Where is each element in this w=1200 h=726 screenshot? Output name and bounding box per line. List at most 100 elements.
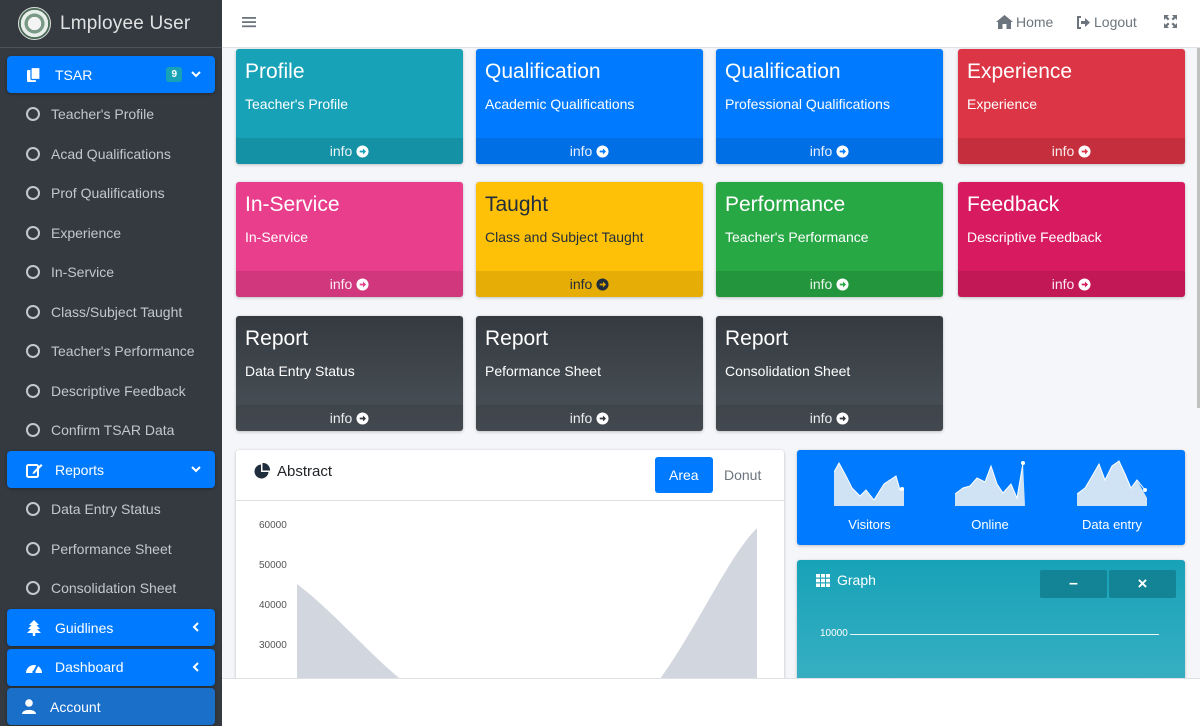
sidebar-item-teachers-performance[interactable]: Teacher's Performance <box>7 333 215 370</box>
circle-icon <box>26 581 40 595</box>
info-link-label: info <box>1051 143 1075 159</box>
graph-title-text: Graph <box>837 572 876 588</box>
graph-close-button[interactable]: × <box>1109 570 1176 598</box>
menu-toggle-icon[interactable] <box>242 15 256 29</box>
chevron-down-icon <box>189 67 203 81</box>
fullscreen-button[interactable] <box>1164 15 1180 28</box>
info-link-label: info <box>329 276 353 292</box>
sidebar-item-label: Consolidation Sheet <box>51 580 177 596</box>
sidebar-item-account[interactable]: Account <box>7 688 215 725</box>
small-box-info-link[interactable]: info <box>958 271 1185 297</box>
small-box-info-link[interactable]: info <box>476 138 703 164</box>
small-box-info-link[interactable]: info <box>476 405 703 431</box>
main-sidebar: Lmployee User TSAR 9 Teacher's Profile A… <box>0 0 222 726</box>
online-sparkline <box>955 461 1025 506</box>
sidebar-item-reports[interactable]: Reports <box>7 451 215 488</box>
content-wrapper: Profile Teacher's Profile info Qualificatio… <box>222 48 1200 678</box>
edit-icon <box>25 461 43 479</box>
sidebar-item-label: Teacher's Profile <box>51 106 155 122</box>
small-box-title: Report <box>725 327 789 350</box>
circle-icon <box>26 383 40 398</box>
info-link-label: info <box>809 410 833 426</box>
small-box-subtitle: Experience <box>967 96 1038 112</box>
info-link-label: info <box>569 143 593 159</box>
abstract-card: Abstract Area Donut 60000 50000 40000 30000 <box>236 450 784 678</box>
th-icon <box>816 573 830 587</box>
arrow-circle-right-icon <box>596 277 609 291</box>
tachometer-icon <box>25 658 43 676</box>
small-box-subtitle: Academic Qualifications <box>485 96 635 112</box>
small-box-title: Report <box>245 327 309 350</box>
logout-link[interactable]: Logout <box>1076 14 1137 30</box>
small-box-subtitle: Peformance Sheet <box>485 363 601 379</box>
small-box-subtitle: Class and Subject Taught <box>485 229 644 245</box>
tab-area[interactable]: Area <box>655 457 713 493</box>
sidebar-item-label: Data Entry Status <box>51 501 161 517</box>
sidebar-item-acad-qualifications[interactable]: Acad Qualifications <box>7 135 215 172</box>
sidebar-item-tsar[interactable]: TSAR 9 <box>7 56 215 93</box>
small-box-info-link[interactable]: info <box>716 405 943 431</box>
brand-link[interactable]: Lmployee User <box>0 0 222 48</box>
arrow-circle-right-icon <box>836 277 849 291</box>
arrow-circle-right-icon <box>356 277 369 291</box>
area-series <box>297 528 757 678</box>
sidebar-item-class-subject-taught[interactable]: Class/Subject Taught <box>7 293 215 330</box>
tsar-count-badge: 9 <box>166 67 182 82</box>
user-icon <box>20 698 38 716</box>
sidebar-item-performance-sheet[interactable]: Performance Sheet <box>7 530 215 567</box>
circle-icon <box>26 186 40 200</box>
sidebar-item-in-service[interactable]: In-Service <box>7 254 215 291</box>
graph-card-title: Graph <box>816 572 876 588</box>
small-box-info-link[interactable]: info <box>958 138 1185 164</box>
sidebar-item-label: Confirm TSAR Data <box>51 422 175 438</box>
sidebar-item-label: Teacher's Performance <box>51 343 195 359</box>
small-box-info-link[interactable]: info <box>716 138 943 164</box>
tab-donut[interactable]: Donut <box>710 457 775 493</box>
graph-minimize-button[interactable]: – <box>1040 570 1107 598</box>
info-link-label: info <box>329 410 353 426</box>
sidebar-item-teachers-profile[interactable]: Teacher's Profile <box>7 96 215 133</box>
circle-icon <box>26 265 40 279</box>
home-link-label: Home <box>1016 14 1054 30</box>
sidebar-item-experience[interactable]: Experience <box>7 214 215 251</box>
sidebar-item-consolidation-sheet[interactable]: Consolidation Sheet <box>7 570 215 607</box>
circle-icon <box>26 502 40 516</box>
small-box-info-link[interactable]: info <box>716 271 943 297</box>
small-box-info-link[interactable]: info <box>236 405 463 431</box>
small-box-title: Taught <box>485 193 549 216</box>
small-box-title: Qualification <box>725 60 841 83</box>
arrow-circle-right-icon <box>836 144 849 158</box>
sidebar-item-label: Experience <box>51 224 122 241</box>
sidebar-item-label: Class/Subject Taught <box>51 303 183 320</box>
small-box-info-link[interactable]: info <box>236 138 463 164</box>
area-chart-ytick: 40000 <box>259 600 287 611</box>
small-box-9: Report Data Entry Status info <box>236 316 463 431</box>
sidebar-item-dashboard[interactable]: Dashboard <box>7 648 215 686</box>
logout-link-label: Logout <box>1094 14 1137 30</box>
small-box-title: Profile <box>245 60 305 83</box>
sidebar-item-label: Performance Sheet <box>51 540 172 557</box>
stats-card: Visitors Online Data entry <box>797 450 1185 545</box>
sidebar-item-descriptive-feedback[interactable]: Descriptive Feedback <box>7 372 215 409</box>
small-box-title: In-Service <box>245 193 340 216</box>
sidebar-item-prof-qualifications[interactable]: Prof Qualifications <box>7 175 215 212</box>
home-icon <box>996 15 1013 29</box>
sidebar-item-confirm-tsar-data[interactable]: Confirm TSAR Data <box>7 412 215 449</box>
arrow-circle-right-icon <box>356 411 369 425</box>
info-link-label: info <box>329 143 353 159</box>
brand-text: Lmployee User <box>60 12 191 34</box>
sidebar-item-guidlines[interactable]: Guidlines <box>7 609 215 646</box>
small-box-7: Performance Teacher's Performance info <box>716 182 943 297</box>
expand-icon <box>1164 15 1177 28</box>
circle-icon <box>26 304 40 319</box>
small-box-subtitle: Professional Qualifications <box>725 96 890 112</box>
sidebar-item-label: Prof Qualifications <box>51 185 165 201</box>
small-box-info-link[interactable]: info <box>476 271 703 297</box>
sign-out-icon <box>1077 15 1090 29</box>
small-box-info-link[interactable]: info <box>236 271 463 297</box>
main-footer <box>222 678 1200 726</box>
sidebar-item-data-entry-status[interactable]: Data Entry Status <box>7 491 215 528</box>
arrow-circle-right-icon <box>596 144 609 158</box>
home-link[interactable]: Home <box>996 14 1053 30</box>
arrow-circle-right-icon <box>596 411 609 425</box>
